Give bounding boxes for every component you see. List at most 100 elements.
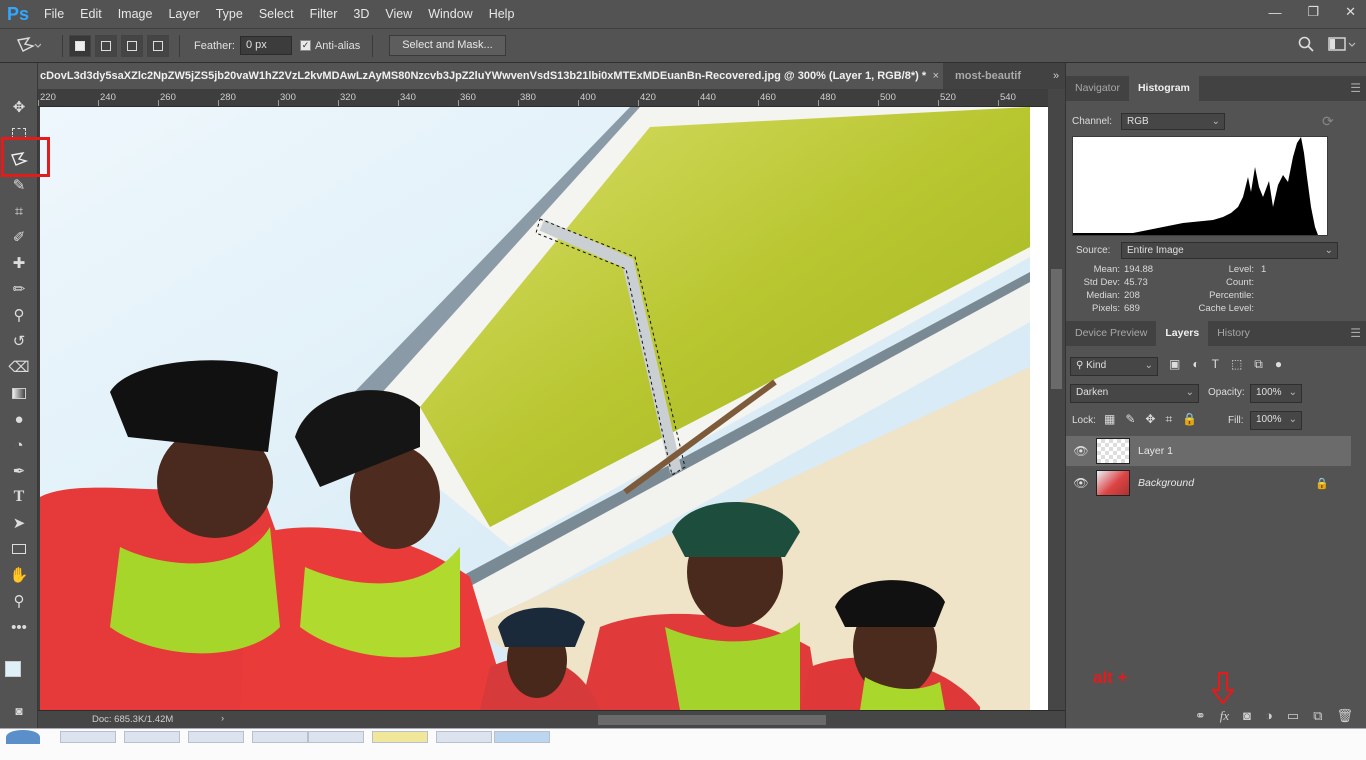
visibility-eye-icon[interactable]: 👁 bbox=[1066, 444, 1096, 458]
tabs-overflow-icon[interactable]: » bbox=[1053, 63, 1059, 89]
taskbar-item[interactable] bbox=[60, 731, 116, 743]
pixel-filter-icon[interactable]: ▣ bbox=[1169, 357, 1180, 372]
tab-history[interactable]: History bbox=[1208, 321, 1259, 346]
intersect-selection-button[interactable] bbox=[147, 34, 169, 57]
rectangle-tool-icon[interactable] bbox=[4, 537, 34, 561]
search-icon[interactable] bbox=[1298, 36, 1314, 57]
path-selection-tool-icon[interactable]: ➤ bbox=[4, 511, 34, 535]
taskbar-item[interactable] bbox=[308, 731, 364, 743]
horizontal-scrollbar-thumb[interactable] bbox=[598, 715, 826, 725]
workspace-icon[interactable] bbox=[1328, 36, 1356, 57]
taskbar-item[interactable] bbox=[436, 731, 492, 743]
restore-button[interactable]: ❐ bbox=[1307, 4, 1319, 20]
channel-select[interactable]: RGB ⌄ bbox=[1121, 113, 1225, 130]
new-group-icon[interactable]: ▭ bbox=[1287, 708, 1299, 724]
menu-item-window[interactable]: Window bbox=[420, 0, 480, 28]
start-button[interactable] bbox=[6, 730, 40, 744]
lock-image-icon[interactable]: ✎ bbox=[1125, 412, 1135, 427]
layer-row-layer1[interactable]: 👁 Layer 1 bbox=[1066, 436, 1351, 466]
hand-tool-icon[interactable]: ✋ bbox=[4, 563, 34, 587]
tab-active-document[interactable]: cDovL3d3dy5saXZlc2NpZW5jZS5jb20vaW1hZ2Vz… bbox=[38, 63, 943, 89]
taskbar-item[interactable] bbox=[188, 731, 244, 743]
antialias-checkbox[interactable]: ✓ bbox=[299, 40, 311, 51]
type-tool-icon[interactable]: T bbox=[4, 485, 34, 509]
source-select[interactable]: Entire Image ⌄ bbox=[1121, 242, 1338, 259]
subtract-selection-button[interactable] bbox=[121, 34, 143, 57]
zoom-tool-icon[interactable]: ⚲ bbox=[4, 589, 34, 613]
link-layers-icon[interactable]: ⚭ bbox=[1195, 708, 1206, 724]
chevron-down-icon: ⌄ bbox=[1288, 387, 1297, 398]
new-layer-icon[interactable]: ⧉ bbox=[1313, 708, 1322, 724]
new-selection-button[interactable] bbox=[69, 34, 91, 57]
taskbar-item[interactable] bbox=[124, 731, 180, 743]
lock-position-icon[interactable]: ✥ bbox=[1145, 412, 1155, 427]
feather-input[interactable]: 0 px bbox=[239, 36, 292, 55]
menu-item-select[interactable]: Select bbox=[251, 0, 302, 28]
menu-item-help[interactable]: Help bbox=[481, 0, 523, 28]
layer-row-background[interactable]: 👁 Background 🔒 bbox=[1066, 468, 1351, 498]
clone-stamp-tool-icon[interactable]: ⚲ bbox=[4, 303, 34, 327]
taskbar-item[interactable] bbox=[372, 731, 428, 743]
move-tool-icon[interactable]: ✥ bbox=[4, 95, 34, 119]
refresh-icon[interactable]: ⟳ bbox=[1322, 113, 1334, 130]
quick-mask-icon[interactable]: ◙ bbox=[4, 699, 34, 723]
menu-item-file[interactable]: File bbox=[36, 0, 72, 28]
tab-layers[interactable]: Layers bbox=[1156, 321, 1209, 346]
blend-mode-select[interactable]: Darken ⌄ bbox=[1070, 384, 1199, 403]
menu-item-layer[interactable]: Layer bbox=[160, 0, 207, 28]
foreground-color-swatch[interactable] bbox=[5, 661, 21, 677]
eraser-tool-icon[interactable]: ⌫ bbox=[4, 355, 34, 379]
fill-input[interactable]: 100% ⌄ bbox=[1250, 411, 1302, 430]
eyedropper-tool-icon[interactable]: ✐ bbox=[4, 225, 34, 249]
close-tab-icon[interactable]: × bbox=[933, 63, 939, 89]
select-and-mask-button[interactable]: Select and Mask... bbox=[389, 35, 506, 56]
menu-item-view[interactable]: View bbox=[377, 0, 420, 28]
lock-transparent-icon[interactable]: ▦ bbox=[1104, 412, 1115, 427]
vertical-scrollbar[interactable] bbox=[1048, 89, 1065, 710]
tab-navigator[interactable]: Navigator bbox=[1066, 76, 1129, 101]
menu-item-type[interactable]: Type bbox=[208, 0, 251, 28]
adjustment-layer-icon[interactable]: ◑ bbox=[1265, 708, 1273, 723]
healing-brush-tool-icon[interactable]: ✚ bbox=[4, 251, 34, 275]
add-selection-button[interactable] bbox=[95, 34, 117, 57]
menu-item-image[interactable]: Image bbox=[110, 0, 161, 28]
close-button[interactable]: ✕ bbox=[1345, 4, 1356, 20]
pen-tool-icon[interactable]: ✒ bbox=[4, 459, 34, 483]
polygonal-lasso-icon[interactable] bbox=[0, 32, 56, 60]
lock-artboard-icon[interactable]: ⌗ bbox=[1165, 412, 1172, 427]
dodge-tool-icon[interactable]: ◔ bbox=[4, 433, 34, 457]
menu-item-filter[interactable]: Filter bbox=[302, 0, 346, 28]
menu-item-3d[interactable]: 3D bbox=[345, 0, 377, 28]
layer-style-fx-icon[interactable]: fx bbox=[1220, 708, 1229, 724]
tab-other-document[interactable]: most-beautif bbox=[943, 63, 1033, 89]
type-filter-icon[interactable]: T bbox=[1212, 357, 1219, 372]
layer-filter-select[interactable]: ⚲ Kind ⌄ bbox=[1070, 357, 1158, 376]
history-brush-tool-icon[interactable]: ↺ bbox=[4, 329, 34, 353]
scrollbar-thumb[interactable] bbox=[1051, 269, 1062, 389]
taskbar-item[interactable] bbox=[252, 731, 308, 743]
menu-item-edit[interactable]: Edit bbox=[72, 0, 110, 28]
delete-layer-icon[interactable]: 🗑 bbox=[1336, 708, 1353, 724]
adjustment-filter-icon[interactable]: ◐ bbox=[1192, 357, 1199, 372]
gradient-tool-icon[interactable] bbox=[4, 381, 34, 405]
tab-histogram[interactable]: Histogram bbox=[1128, 76, 1199, 101]
add-mask-icon[interactable]: ◙ bbox=[1243, 708, 1251, 723]
tab-device-preview[interactable]: Device Preview bbox=[1066, 321, 1156, 346]
panel-menu-icon[interactable]: ☰ bbox=[1350, 81, 1361, 95]
status-menu-icon[interactable]: › bbox=[221, 713, 224, 724]
minimize-button[interactable]: — bbox=[1268, 5, 1281, 20]
lock-all-icon[interactable]: 🔒 bbox=[1182, 412, 1197, 427]
visibility-eye-icon[interactable]: 👁 bbox=[1066, 476, 1096, 490]
crop-tool-icon[interactable]: ⌗ bbox=[4, 199, 34, 223]
shape-filter-icon[interactable]: ⬚ bbox=[1231, 357, 1242, 372]
taskbar-item[interactable] bbox=[494, 731, 550, 743]
panel-menu-icon[interactable]: ☰ bbox=[1350, 326, 1361, 340]
brush-tool-icon[interactable]: ✏ bbox=[4, 277, 34, 301]
blur-tool-icon[interactable]: ● bbox=[4, 407, 34, 431]
more-tools-icon[interactable]: ••• bbox=[4, 615, 34, 639]
filter-toggle-icon[interactable]: ● bbox=[1275, 357, 1282, 372]
opacity-input[interactable]: 100% ⌄ bbox=[1250, 384, 1302, 403]
horizontal-ruler: 220 240 260 280 300 320 340 360 380 400 420 440 460 4… bbox=[38, 89, 1048, 107]
smart-object-filter-icon[interactable]: ⧉ bbox=[1254, 357, 1263, 372]
document-canvas[interactable] bbox=[40, 107, 1030, 710]
